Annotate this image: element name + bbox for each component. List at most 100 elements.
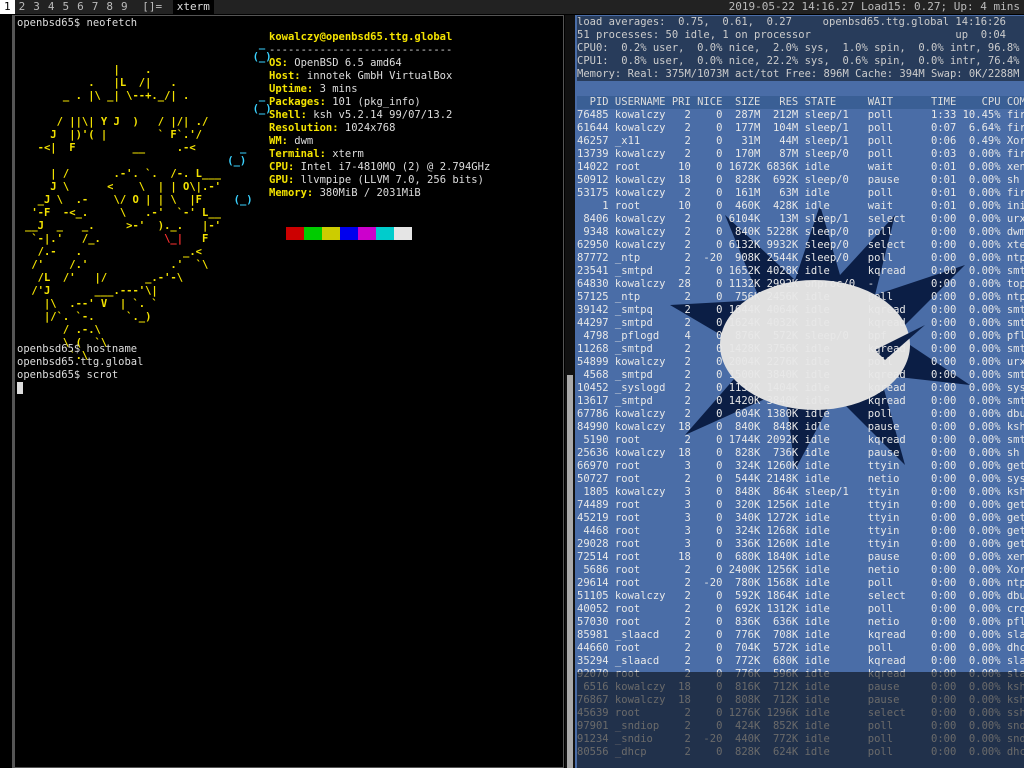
table-row: 4568 _smtpd 2 0 1500K 3840K idle kqread … — [577, 369, 1024, 381]
info-key: GPU: — [269, 174, 295, 186]
info-value: dwm — [294, 135, 314, 147]
table-row: 84990 kowalczy 18 0 840K 848K idle pause… — [577, 421, 1024, 433]
terminal-cursor — [17, 382, 23, 394]
table-row: 4798 _pflogd 4 0 876K 572K sleep/0 bpf 0… — [577, 330, 1024, 342]
tag-list: 123456789 — [0, 0, 132, 14]
color-swatch — [358, 227, 376, 240]
info-key: Resolution: — [269, 122, 339, 134]
process-count: 51 processes: 50 idle, 1 on processor — [577, 29, 811, 41]
tag-7[interactable]: 7 — [88, 0, 103, 14]
table-row: 44660 root 2 0 704K 572K idle poll 0:00 … — [577, 642, 1024, 654]
table-row: 5190 root 2 0 1744K 2092K idle kqread 0:… — [577, 434, 1024, 446]
table-row: 46257 _x11 2 0 31M 44M sleep/1 poll 0:06… — [577, 135, 1024, 147]
layout-indicator[interactable]: []= — [138, 0, 166, 14]
terminal-output: openbsd65$ neofetch — [17, 17, 137, 30]
color-swatch — [286, 227, 304, 240]
table-row: 8406 kowalczy 2 0 6104K 13M sleep/1 sele… — [577, 213, 1024, 225]
table-row: 51105 kowalczy 2 0 592K 1864K idle selec… — [577, 590, 1024, 602]
scrollbar[interactable] — [565, 15, 575, 768]
info-value: 101 (pkg_info) — [332, 96, 421, 108]
info-key: Shell: — [269, 109, 307, 121]
tag-5[interactable]: 5 — [59, 0, 74, 14]
table-row: 13739 kowalczy 2 0 170M 87M sleep/0 poll… — [577, 148, 1024, 160]
scrollbar-thumb[interactable] — [567, 375, 573, 768]
color-swatch — [322, 227, 340, 240]
openbsd-logo-ascii: _ (_) | . . |L /| . _ . |\ _| \--+._/| .… — [25, 38, 272, 362]
info-fields: OS: OpenBSD 6.5 amd64 Host: innotek GmbH… — [269, 57, 490, 199]
user-host: kowalczy@openbsd65.ttg.global — [269, 31, 453, 43]
table-row: 11268 _smtpd 2 0 1428K 3756K idle kqread… — [577, 343, 1024, 355]
table-row: 74489 root 3 0 320K 1256K idle ttyin 0:0… — [577, 499, 1024, 511]
table-row: 62950 kowalczy 2 0 6132K 9932K sleep/0 s… — [577, 239, 1024, 251]
info-key: Host: — [269, 70, 301, 82]
table-row: 44297 _smtpd 2 0 1624K 4032K idle kqread… — [577, 317, 1024, 329]
table-row: 45219 root 3 0 340K 1272K idle ttyin 0:0… — [577, 512, 1024, 524]
table-row: 40052 root 2 0 692K 1312K idle poll 0:00… — [577, 603, 1024, 615]
tag-1[interactable]: 1 — [0, 0, 15, 14]
hostname-time: openbsd65.ttg.global 14:16:26 — [822, 16, 1006, 28]
table-row: 5686 root 2 0 2400K 1256K idle netio 0:0… — [577, 564, 1024, 576]
separator: ----------------------------- — [269, 44, 453, 56]
cpu0-stats: CPU0: 0.2% user, 0.0% nice, 2.0% sys, 1.… — [577, 42, 1024, 54]
info-value: OpenBSD 6.5 amd64 — [294, 57, 402, 69]
table-row: 29614 root 2 -20 780K 1568K idle poll 0:… — [577, 577, 1024, 589]
table-row: 72514 root 18 0 680K 1840K idle pause 0:… — [577, 551, 1024, 563]
info-key: OS: — [269, 57, 288, 69]
info-key: CPU: — [269, 161, 295, 173]
table-row: 87772 _ntp 2 -20 908K 2544K sleep/0 poll… — [577, 252, 1024, 264]
table-row: 39142 _smtpq 2 0 1644K 4064K idle kqread… — [577, 304, 1024, 316]
table-row: 1 root 10 0 460K 428K idle wait 0:01 0.0… — [577, 200, 1024, 212]
cpu1-stats: CPU1: 0.8% user, 0.0% nice, 22.2% sys, 0… — [577, 55, 1024, 67]
table-row: 14022 root 10 0 1672K 6836K idle wait 0:… — [577, 161, 1024, 173]
tag-3[interactable]: 3 — [29, 0, 44, 14]
tag-2[interactable]: 2 — [15, 0, 30, 14]
top-summary: load averages: 0.75, 0.61, 0.27 openbsd65… — [577, 16, 1024, 81]
table-row: 50727 root 2 0 544K 2148K idle netio 0:0… — [577, 473, 1024, 485]
table-row: 57125 _ntp 2 0 756K 2456K idle poll 0:00… — [577, 291, 1024, 303]
info-value: 3 mins — [319, 83, 358, 95]
table-row: 57030 root 2 0 836K 636K idle netio 0:00… — [577, 616, 1024, 628]
tag-8[interactable]: 8 — [102, 0, 117, 14]
terminal-tail: openbsd65$ hostname openbsd65.ttg.global… — [17, 343, 143, 395]
terminal-lines: openbsd65$ hostname openbsd65.ttg.global… — [17, 343, 144, 381]
table-row: 66970 root 3 0 324K 1260K idle ttyin 0:0… — [577, 460, 1024, 472]
table-row: 29028 root 3 0 336K 1260K idle ttyin 0:0… — [577, 538, 1024, 550]
top-window[interactable]: load averages: 0.75, 0.61, 0.27 openbsd65… — [565, 15, 1024, 768]
color-swatch — [394, 227, 412, 240]
table-row: 67786 kowalczy 2 0 604K 1380K idle poll … — [577, 408, 1024, 420]
table-row: 10452 _syslogd 2 0 1132K 1404K idle kqre… — [577, 382, 1024, 394]
table-row: 35294 _slaacd 2 0 772K 680K idle kqread … — [577, 655, 1024, 667]
tag-6[interactable]: 6 — [73, 0, 88, 14]
table-row: 50912 kowalczy 18 0 828K 692K sleep/0 pa… — [577, 174, 1020, 186]
table-row: 61644 kowalczy 2 0 177M 104M sleep/1 pol… — [577, 122, 1024, 134]
table-row: 54899 kowalczy 2 0 2004K 2276K idle poll… — [577, 356, 1024, 368]
load-averages: load averages: 0.75, 0.61, 0.27 — [577, 16, 792, 28]
table-row: 4468 root 3 0 324K 1268K idle ttyin 0:00… — [577, 525, 1024, 537]
table-row: 13617 _smtpd 2 0 1420K 3840K idle kqread… — [577, 395, 1024, 407]
info-key: Terminal: — [269, 148, 326, 160]
tag-4[interactable]: 4 — [44, 0, 59, 14]
uptime: up 0:04 — [955, 29, 1006, 41]
info-key: Memory: — [269, 187, 314, 199]
lower-overlay — [577, 672, 1024, 768]
table-row: 76485 kowalczy 2 0 287M 212M sleep/1 pol… — [577, 109, 1024, 121]
command-neofetch: openbsd65$ neofetch — [17, 17, 138, 29]
info-key: Packages: — [269, 96, 326, 108]
window-title: xterm — [172, 0, 214, 14]
info-key: Uptime: — [269, 83, 314, 95]
neofetch-info: kowalczy@openbsd65.ttg.global ----------… — [269, 31, 490, 200]
xterm-window[interactable]: openbsd65$ neofetch _ (_) | . . |L /| . … — [12, 15, 564, 768]
info-value: 1024x768 — [344, 122, 396, 134]
table-row: 64830 kowalczy 28 0 1132K 2992K onproc/0… — [577, 278, 1024, 290]
tag-9[interactable]: 9 — [117, 0, 132, 14]
info-value: 380MiB / 2031MiB — [313, 187, 421, 199]
info-key: WM: — [269, 135, 288, 147]
table-row: 9348 kowalczy 2 0 840K 5228K sleep/0 pol… — [577, 226, 1024, 238]
status-bar: 123456789 []= xterm 2019-05-22 14:16.27 … — [0, 0, 1024, 14]
process-table-header: PID USERNAME PRI NICE SIZE RES STATE WAI… — [577, 96, 1024, 109]
table-row: 23541 _smtpd 2 0 1652K 4028K idle kqread… — [577, 265, 1024, 277]
info-value: llvmpipe (LLVM 7.0, 256 bits) — [300, 174, 484, 186]
info-value: Intel i7-4810MQ (2) @ 2.794GHz — [300, 161, 491, 173]
info-value: xterm — [332, 148, 364, 160]
table-row: 53175 kowalczy 2 0 161M 63M idle poll 0:… — [577, 187, 1024, 199]
